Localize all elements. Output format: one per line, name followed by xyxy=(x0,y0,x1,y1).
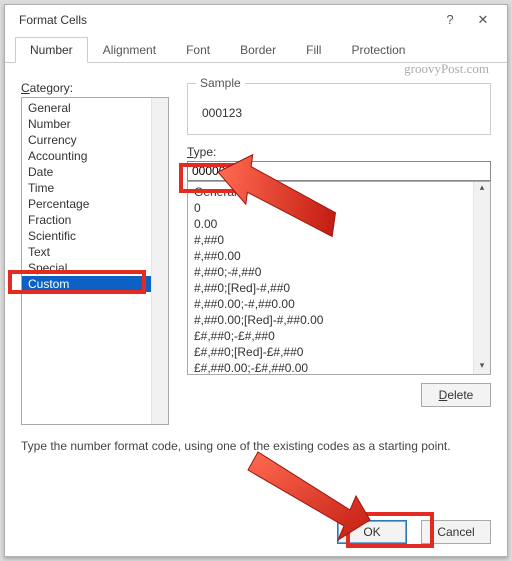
category-item[interactable]: Custom xyxy=(22,276,151,292)
tab-border[interactable]: Border xyxy=(225,37,291,63)
format-list[interactable]: General00.00#,##0#,##0.00#,##0;-#,##0#,#… xyxy=(187,181,491,375)
format-item[interactable]: #,##0.00;[Red]-#,##0.00 xyxy=(188,312,473,328)
format-item[interactable]: 0 xyxy=(188,200,473,216)
category-item[interactable]: Currency xyxy=(22,132,151,148)
cancel-button[interactable]: Cancel xyxy=(421,520,491,544)
sample-group: Sample 000123 xyxy=(187,83,491,135)
format-item[interactable]: #,##0.00;-#,##0.00 xyxy=(188,296,473,312)
tab-alignment[interactable]: Alignment xyxy=(88,37,171,63)
format-item[interactable]: £#,##0.00;-£#,##0.00 xyxy=(188,360,473,374)
category-listbox[interactable]: GeneralNumberCurrencyAccountingDateTimeP… xyxy=(21,97,169,425)
format-item[interactable]: #,##0.00 xyxy=(188,248,473,264)
format-item[interactable]: £#,##0;[Red]-£#,##0 xyxy=(188,344,473,360)
help-button[interactable]: ? xyxy=(435,9,465,31)
delete-button[interactable]: Delete xyxy=(421,383,491,407)
category-item[interactable]: Scientific xyxy=(22,228,151,244)
dialog-tabs: NumberAlignmentFontBorderFillProtection xyxy=(5,37,507,63)
close-icon: ✕ xyxy=(478,12,489,27)
type-label: Type: xyxy=(187,145,491,159)
scrollbar[interactable] xyxy=(151,98,168,424)
type-input[interactable] xyxy=(187,161,491,181)
format-item[interactable]: £#,##0;-£#,##0 xyxy=(188,328,473,344)
format-item[interactable]: 0.00 xyxy=(188,216,473,232)
ok-button[interactable]: OK xyxy=(337,520,407,544)
category-label: Category: xyxy=(21,81,169,95)
close-button[interactable]: ✕ xyxy=(465,9,501,31)
hint-text: Type the number format code, using one o… xyxy=(21,439,491,453)
format-item[interactable]: #,##0 xyxy=(188,232,473,248)
category-item[interactable]: General xyxy=(22,100,151,116)
scroll-up-icon[interactable]: ▴ xyxy=(474,182,490,196)
category-item[interactable]: Fraction xyxy=(22,212,151,228)
watermark: groovyPost.com xyxy=(404,61,489,77)
format-item[interactable]: General xyxy=(188,184,473,200)
category-item[interactable]: Date xyxy=(22,164,151,180)
category-item[interactable]: Text xyxy=(22,244,151,260)
tab-protection[interactable]: Protection xyxy=(336,37,420,63)
tab-fill[interactable]: Fill xyxy=(291,37,336,63)
category-item[interactable]: Time xyxy=(22,180,151,196)
sample-value: 000123 xyxy=(202,106,242,120)
tab-font[interactable]: Font xyxy=(171,37,225,63)
category-item[interactable]: Percentage xyxy=(22,196,151,212)
format-item[interactable]: #,##0;-#,##0 xyxy=(188,264,473,280)
dialog-title: Format Cells xyxy=(19,13,435,27)
scroll-down-icon[interactable]: ▾ xyxy=(474,360,490,374)
sample-label: Sample xyxy=(196,76,245,90)
category-item[interactable]: Number xyxy=(22,116,151,132)
format-cells-dialog: Format Cells ? ✕ NumberAlignmentFontBord… xyxy=(4,4,508,557)
category-item[interactable]: Accounting xyxy=(22,148,151,164)
format-item[interactable]: #,##0;[Red]-#,##0 xyxy=(188,280,473,296)
tab-number[interactable]: Number xyxy=(15,37,88,63)
category-item[interactable]: Special xyxy=(22,260,151,276)
title-bar: Format Cells ? ✕ xyxy=(5,5,507,33)
scrollbar[interactable]: ▴ ▾ xyxy=(473,182,490,374)
